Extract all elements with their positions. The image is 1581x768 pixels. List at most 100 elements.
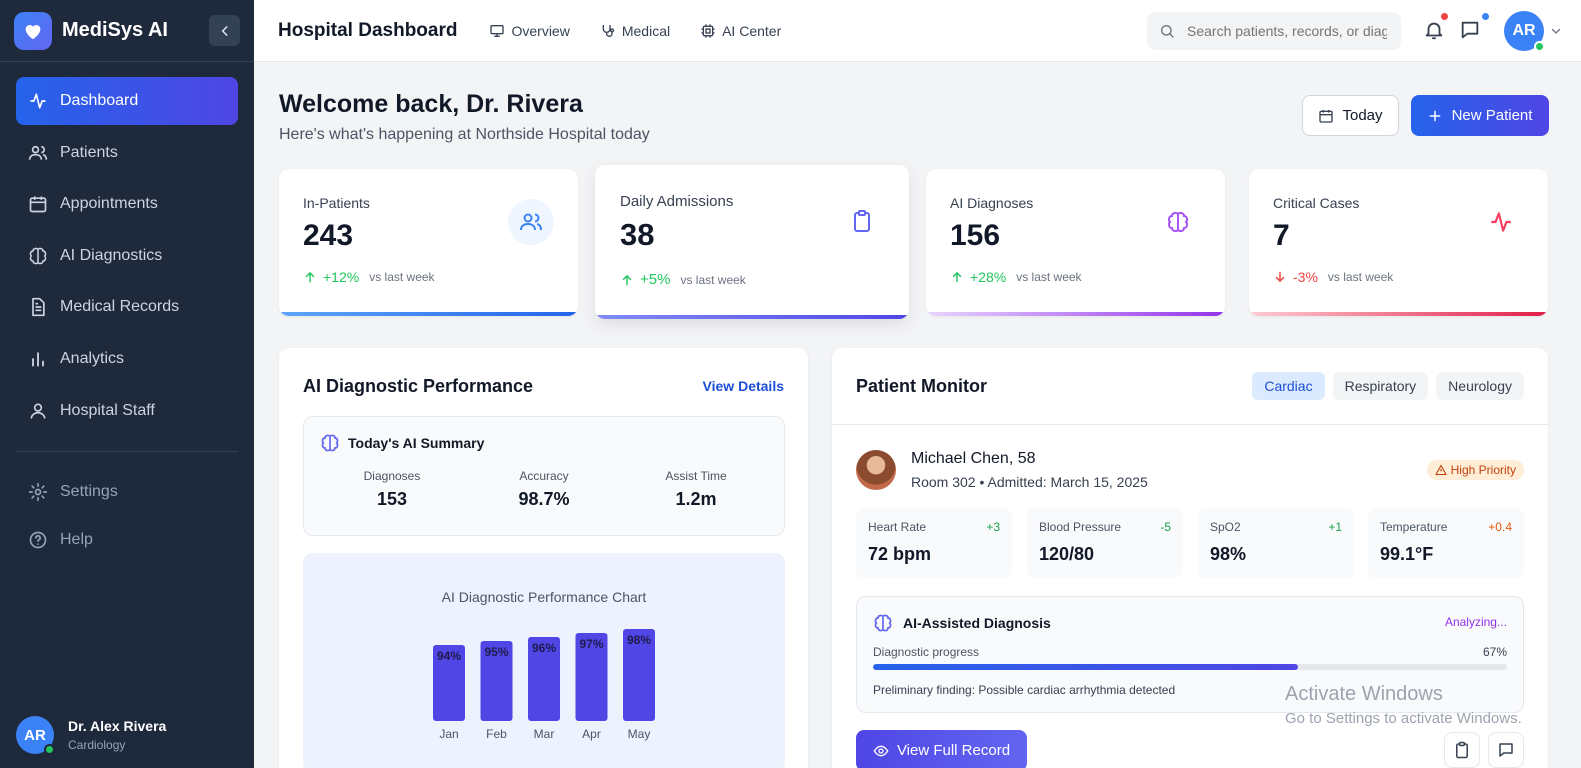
sidebar-item-label: Patients xyxy=(60,143,118,161)
patient-meta: Room 302 • Admitted: March 15, 2025 xyxy=(911,474,1148,490)
sidebar-item-label: Dashboard xyxy=(60,92,139,109)
tab-cardiac[interactable]: Cardiac xyxy=(1252,372,1325,400)
view-details-link[interactable]: View Details xyxy=(703,378,784,394)
patient-info[interactable]: Michael Chen, 58 Room 302 • Admitted: Ma… xyxy=(856,450,1148,490)
nav-link-ai-center[interactable]: AI Center xyxy=(700,23,781,39)
vital-delta: +1 xyxy=(1328,520,1342,534)
main-content: Welcome back, Dr. Rivera Here's what's h… xyxy=(254,62,1581,768)
summary-value: 153 xyxy=(376,489,408,509)
notifications-button[interactable] xyxy=(1423,13,1448,41)
stat-trend: -3% vs last week xyxy=(1273,269,1393,285)
brain-icon xyxy=(1155,199,1201,245)
brand: MediSys AI xyxy=(0,0,254,62)
clipboard-icon xyxy=(1456,741,1468,759)
sidebar-item-appointments[interactable]: Appointments xyxy=(16,180,238,228)
user-avatar-button[interactable]: AR xyxy=(1504,11,1545,52)
sidebar-item-settings[interactable]: Settings xyxy=(0,468,254,516)
sidebar-item-patients[interactable]: Patients xyxy=(16,129,238,177)
progress-fill xyxy=(873,664,1298,670)
stat-label: Daily Admissions xyxy=(620,193,734,210)
sidebar-item-medical-records[interactable]: Medical Records xyxy=(16,283,238,331)
vital-heart-rate: Heart Rate +3 72 bpm xyxy=(856,508,1012,578)
ai-diagnosis-header: AI-Assisted Diagnosis xyxy=(873,613,1051,633)
chart-x-tick-label: May xyxy=(628,727,651,741)
new-patient-label: New Patient xyxy=(1451,107,1533,124)
sidebar-item-hospital-staff[interactable]: Hospital Staff xyxy=(16,387,238,435)
divider xyxy=(832,424,1548,425)
cpu-icon xyxy=(701,23,715,38)
vital-delta: +0.4 xyxy=(1488,520,1512,534)
messages-button[interactable] xyxy=(1459,13,1489,41)
chart-x-tick-label: Apr xyxy=(582,727,601,741)
today-button[interactable]: Today xyxy=(1302,95,1399,136)
vital-temperature: Temperature +0.4 99.1°F xyxy=(1368,508,1524,578)
clipboard-button[interactable] xyxy=(1444,732,1480,768)
watermark-line-2: Go to Settings to activate Windows. xyxy=(1285,710,1522,727)
vital-spo2: SpO2 +1 98% xyxy=(1198,508,1354,578)
view-full-record-button[interactable]: View Full Record xyxy=(856,730,1027,768)
stat-card-ai-diagnoses[interactable]: AI Diagnoses 156 +28% vs last week xyxy=(926,169,1225,316)
stat-card-critical-cases[interactable]: Critical Cases 7 -3% vs last week xyxy=(1249,169,1548,316)
stat-card-in-patients[interactable]: In-Patients 243 +12% vs last week xyxy=(279,169,578,316)
tab-neurology[interactable]: Neurology xyxy=(1436,372,1524,400)
stat-accent-bar xyxy=(1249,312,1548,316)
brain-icon xyxy=(29,247,47,265)
stat-label: AI Diagnoses xyxy=(950,195,1034,211)
patient-photo xyxy=(856,450,896,490)
bar-chart-icon xyxy=(32,352,44,367)
progress-label: Diagnostic progress xyxy=(873,645,980,659)
vital-label: Blood Pressure xyxy=(1039,520,1122,534)
summary-header: Today's AI Summary xyxy=(320,433,484,453)
nav-link-overview[interactable]: Overview xyxy=(489,23,570,39)
brain-icon xyxy=(321,434,339,452)
tab-respiratory[interactable]: Respiratory xyxy=(1332,372,1429,400)
sidebar-divider xyxy=(16,450,238,452)
sidebar-item-dashboard[interactable]: Dashboard xyxy=(16,77,238,125)
summary-label: Diagnoses xyxy=(363,469,421,483)
vital-delta: +3 xyxy=(986,520,1000,534)
help-icon xyxy=(29,531,47,548)
stat-value: 7 xyxy=(1273,219,1290,252)
ai-status: Analyzing... xyxy=(1444,615,1507,629)
collapse-sidebar-button[interactable] xyxy=(209,15,240,46)
ai-diagnosis-title: AI-Assisted Diagnosis xyxy=(903,615,1051,631)
progress-bar xyxy=(873,664,1507,670)
chart-data-label: 95% xyxy=(484,645,508,659)
sidebar-item-ai-diagnostics[interactable]: AI Diagnostics xyxy=(16,232,238,280)
preliminary-finding: Preliminary finding: Possible cardiac ar… xyxy=(873,683,1176,697)
new-patient-button[interactable]: New Patient xyxy=(1411,95,1549,136)
stat-card-daily-admissions[interactable]: Daily Admissions 38 +5% vs last week xyxy=(595,165,909,319)
current-user[interactable]: AR Dr. Alex Rivera Cardiology xyxy=(16,716,166,755)
sidebar-item-label: Settings xyxy=(60,482,118,500)
top-bar: Hospital Dashboard Overview Medical AI C… xyxy=(254,0,1581,62)
watermark-line-1: Activate Windows xyxy=(1285,683,1443,705)
warning-icon xyxy=(1435,464,1447,476)
search-input[interactable] xyxy=(1187,23,1387,39)
chart-data-label: 96% xyxy=(532,641,556,655)
vital-value: 99.1°F xyxy=(1380,544,1434,564)
vital-label: SpO2 xyxy=(1210,520,1241,534)
chart-x-tick-label: Mar xyxy=(534,727,555,741)
arrow-down-icon xyxy=(1275,271,1285,283)
sidebar-item-analytics[interactable]: Analytics xyxy=(16,335,238,383)
message-button[interactable] xyxy=(1488,732,1524,768)
ai-summary-box: Today's AI Summary Diagnoses 153 Accurac… xyxy=(303,416,785,536)
avatar-initials: AR xyxy=(1512,22,1536,39)
nav-link-medical[interactable]: Medical xyxy=(600,23,670,39)
stat-value: 156 xyxy=(950,219,1001,252)
stat-accent-bar xyxy=(279,312,578,316)
chevron-down-icon[interactable] xyxy=(1550,25,1562,37)
card-title: AI Diagnostic Performance xyxy=(303,376,534,396)
sidebar-item-help[interactable]: Help xyxy=(0,516,254,564)
brain-icon xyxy=(874,614,892,632)
summary-value: 98.7% xyxy=(518,489,570,509)
summary-title: Today's AI Summary xyxy=(348,435,485,451)
patient-name: Michael Chen, 58 xyxy=(911,450,1036,467)
sidebar-item-label: Analytics xyxy=(60,349,125,367)
search-bar[interactable] xyxy=(1147,12,1401,50)
stat-trend-value: +28% xyxy=(970,269,1007,285)
monitor-tabs: Cardiac Respiratory Neurology xyxy=(1244,372,1524,400)
card-title: Patient Monitor xyxy=(856,376,987,396)
arrow-up-icon xyxy=(622,274,632,285)
summary-label: Accuracy xyxy=(519,469,569,483)
